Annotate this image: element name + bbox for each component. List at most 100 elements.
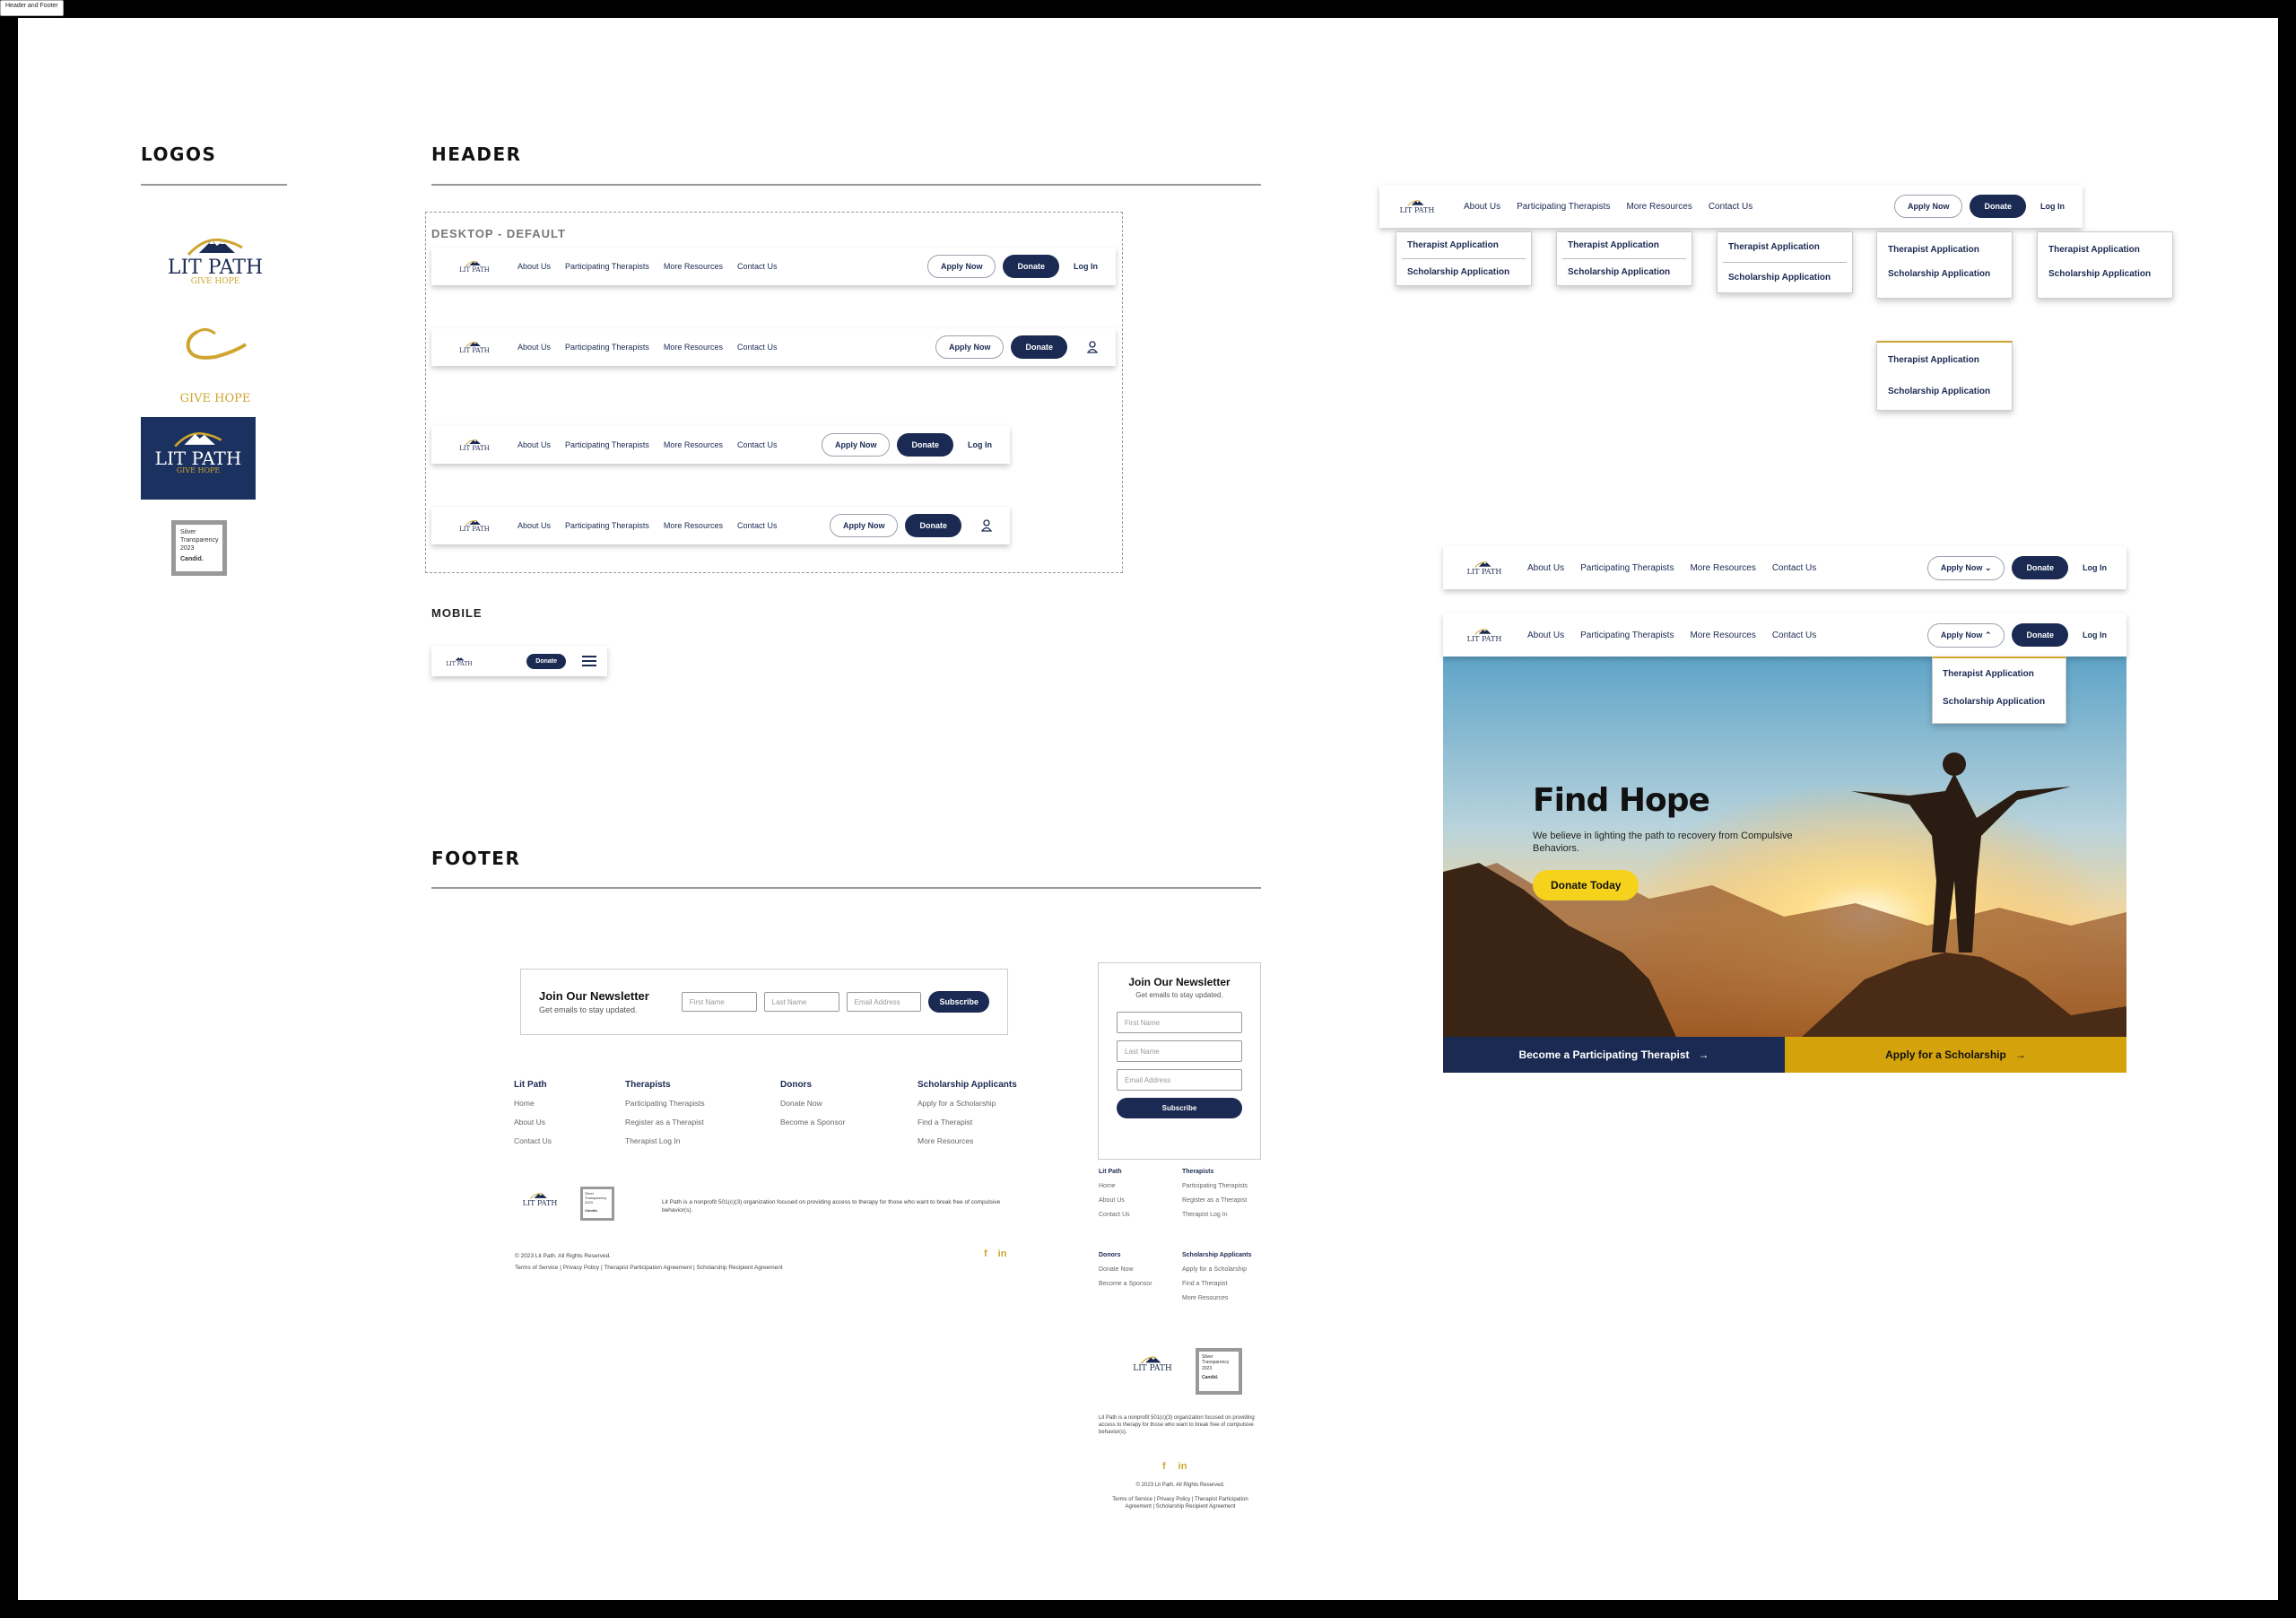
donate-button[interactable]: Donate (2012, 556, 2068, 579)
subscribe-button[interactable]: Subscribe (928, 991, 989, 1013)
apply-now-button[interactable]: Apply Now (935, 335, 1004, 359)
scholarship-application-item[interactable]: Scholarship Application (1877, 262, 2012, 286)
hamburger-menu-icon[interactable] (582, 655, 596, 667)
apply-now-dropdown-button[interactable]: Apply Now ⌃ (1926, 622, 2005, 648)
nav-resources[interactable]: More Resources (664, 440, 723, 449)
user-icon[interactable] (1087, 341, 1098, 353)
header-logo[interactable]: LIT PATH (1397, 198, 1437, 214)
footer-link[interactable]: Donate Now (1099, 1266, 1170, 1273)
nav-contact[interactable]: Contact Us (737, 440, 778, 449)
nav-about[interactable]: About Us (1527, 631, 1564, 640)
login-link[interactable]: Log In (2040, 202, 2065, 211)
nav-therapists[interactable]: Participating Therapists (1517, 202, 1610, 212)
footer-link[interactable]: Therapist Log In (625, 1136, 769, 1145)
footer-link[interactable]: Participating Therapists (625, 1099, 769, 1108)
scholarship-application-item[interactable]: Scholarship Application (1933, 690, 2066, 714)
m-footer-legal-links[interactable]: Terms of Service | Privacy Policy | Ther… (1105, 1496, 1256, 1510)
footer-link[interactable]: More Resources (1182, 1295, 1263, 1301)
nav-contact[interactable]: Contact Us (1772, 631, 1816, 640)
donate-button[interactable]: Donate (905, 514, 961, 537)
apply-now-button[interactable]: Apply Now (829, 514, 899, 537)
nav-about[interactable]: About Us (517, 262, 551, 271)
nav-about[interactable]: About Us (1527, 563, 1564, 573)
nav-resources[interactable]: More Resources (1690, 631, 1755, 640)
scholarship-application-item[interactable]: Scholarship Application (1718, 263, 1852, 292)
donate-button[interactable]: Donate (1011, 335, 1067, 359)
therapist-application-item[interactable]: Therapist Application (1557, 232, 1692, 258)
footer-link[interactable]: About Us (1099, 1197, 1170, 1204)
linkedin-icon[interactable]: in (998, 1248, 1007, 1259)
login-link[interactable]: Log In (2083, 563, 2107, 572)
nav-contact[interactable]: Contact Us (1709, 202, 1752, 212)
therapist-application-item[interactable]: Therapist Application (1718, 232, 1852, 262)
header-logo[interactable]: LIT PATH (457, 438, 492, 452)
header-logo[interactable]: LIT PATH (457, 340, 492, 354)
nav-resources[interactable]: More Resources (1690, 563, 1755, 573)
login-link[interactable]: Log In (2083, 631, 2107, 639)
donate-button[interactable]: Donate (1970, 195, 2026, 218)
facebook-icon[interactable]: f (1162, 1461, 1166, 1472)
nav-about[interactable]: About Us (517, 440, 551, 449)
footer-link[interactable]: Home (1099, 1183, 1170, 1189)
donate-button[interactable]: Donate (1003, 255, 1059, 278)
last-name-field[interactable]: Last Name (1117, 1040, 1242, 1062)
footer-link[interactable]: Therapist Log In (1182, 1212, 1263, 1218)
apply-now-button[interactable]: Apply Now (1893, 195, 1963, 218)
facebook-icon[interactable]: f (984, 1248, 987, 1259)
scholarship-application-item[interactable]: Scholarship Application (1877, 378, 2012, 405)
nav-therapists[interactable]: Participating Therapists (1580, 631, 1674, 640)
footer-link[interactable]: Become a Sponsor (780, 1118, 906, 1127)
scholarship-application-item[interactable]: Scholarship Application (2038, 262, 2172, 286)
scholarship-application-item[interactable]: Scholarship Application (1396, 259, 1531, 285)
last-name-field[interactable]: Last Name (763, 992, 839, 1012)
email-field[interactable]: Email Address (846, 992, 922, 1012)
therapist-application-item[interactable]: Therapist Application (2038, 232, 2172, 262)
become-therapist-band[interactable]: Become a Participating Therapist → (1443, 1037, 1785, 1073)
header-logo[interactable]: LIT PATH (457, 518, 492, 533)
linkedin-icon[interactable]: in (1178, 1461, 1187, 1472)
nav-therapists[interactable]: Participating Therapists (565, 521, 649, 530)
footer-link[interactable]: Find a Therapist (918, 1118, 1043, 1127)
login-link[interactable]: Log In (968, 440, 992, 449)
donate-today-button[interactable]: Donate Today (1533, 869, 1639, 900)
donate-button[interactable]: Donate (2012, 623, 2068, 647)
nav-contact[interactable]: Contact Us (737, 262, 778, 271)
nav-contact[interactable]: Contact Us (737, 521, 778, 530)
footer-legal-links[interactable]: Terms of Service | Privacy Policy | Ther… (515, 1265, 783, 1271)
therapist-application-item[interactable]: Therapist Application (1877, 343, 2012, 378)
email-field[interactable]: Email Address (1117, 1069, 1242, 1091)
therapist-application-item[interactable]: Therapist Application (1396, 232, 1531, 258)
footer-link[interactable]: Home (514, 1099, 622, 1108)
footer-link[interactable]: Contact Us (1099, 1212, 1170, 1218)
scholarship-application-item[interactable]: Scholarship Application (1557, 259, 1692, 285)
footer-link[interactable]: More Resources (918, 1136, 1043, 1145)
nav-about[interactable]: About Us (517, 521, 551, 530)
donate-button[interactable]: Donate (526, 653, 566, 669)
footer-link[interactable]: Find a Therapist (1182, 1281, 1263, 1287)
footer-link[interactable]: Register as a Therapist (625, 1118, 769, 1127)
nav-resources[interactable]: More Resources (664, 521, 723, 530)
donate-button[interactable]: Donate (897, 433, 953, 457)
user-icon[interactable] (981, 519, 992, 532)
first-name-field[interactable]: First Name (681, 992, 757, 1012)
therapist-application-item[interactable]: Therapist Application (1877, 232, 2012, 262)
nav-contact[interactable]: Contact Us (1772, 563, 1816, 573)
footer-link[interactable]: Apply for a Scholarship (918, 1099, 1043, 1108)
login-link[interactable]: Log In (1074, 262, 1098, 271)
nav-therapists[interactable]: Participating Therapists (565, 262, 649, 271)
header-logo[interactable]: LIT PATH (444, 656, 474, 667)
footer-link[interactable]: Contact Us (514, 1136, 622, 1145)
footer-link[interactable]: Become a Sponsor (1099, 1281, 1170, 1287)
apply-scholarship-band[interactable]: Apply for a Scholarship → (1785, 1037, 2126, 1073)
apply-now-button[interactable]: Apply Now (821, 433, 891, 457)
footer-link[interactable]: About Us (514, 1118, 622, 1127)
nav-contact[interactable]: Contact Us (737, 343, 778, 352)
subscribe-button[interactable]: Subscribe (1117, 1098, 1242, 1118)
nav-resources[interactable]: More Resources (664, 262, 723, 271)
header-logo[interactable]: LIT PATH (457, 259, 492, 274)
apply-now-dropdown-button[interactable]: Apply Now ⌄ (1926, 555, 2005, 580)
footer-link[interactable]: Apply for a Scholarship (1182, 1266, 1263, 1273)
nav-therapists[interactable]: Participating Therapists (565, 343, 649, 352)
apply-now-button[interactable]: Apply Now (926, 255, 996, 278)
header-logo[interactable]: LIT PATH (1465, 560, 1504, 576)
